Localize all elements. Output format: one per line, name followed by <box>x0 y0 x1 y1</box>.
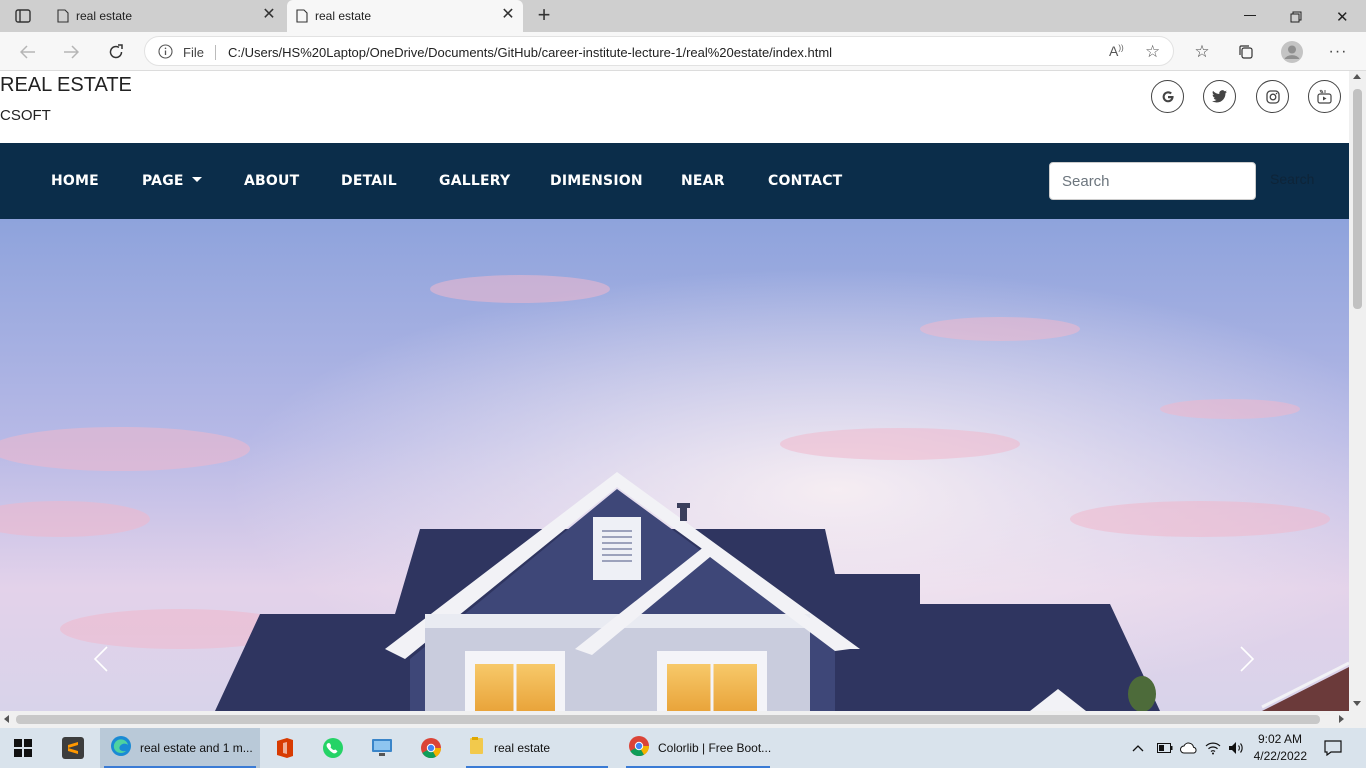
google-icon[interactable] <box>1151 80 1184 113</box>
scrollbar-thumb[interactable] <box>1353 89 1362 309</box>
browser-toolbar: File C:/Users/HS%20Laptop/OneDrive/Docum… <box>0 32 1366 71</box>
chevron-up-icon[interactable] <box>1132 728 1144 768</box>
notifications-icon[interactable] <box>1324 728 1342 768</box>
chrome-icon[interactable] <box>420 728 442 768</box>
divider <box>215 45 216 60</box>
favorites-icon[interactable]: ☆ <box>1188 38 1216 66</box>
computer-icon[interactable] <box>371 728 393 768</box>
brand-title[interactable]: REAL ESTATE <box>0 74 132 97</box>
new-tab-icon[interactable]: + <box>534 4 554 26</box>
wifi-icon[interactable] <box>1205 728 1221 768</box>
carousel-prev-icon[interactable] <box>86 639 116 679</box>
browser-tab-1[interactable]: real estate ✕ <box>48 0 284 32</box>
main-navbar: HOME PAGE ABOUT DETAIL GALLERY DIMENSION… <box>0 143 1349 219</box>
edge-icon <box>110 735 132 762</box>
nav-item-gallery[interactable]: GALLERY <box>439 173 510 189</box>
office-icon[interactable] <box>275 728 295 768</box>
scheme-label: File <box>183 45 204 60</box>
carousel-next-icon[interactable] <box>1232 639 1262 679</box>
back-arrow-icon[interactable] <box>14 38 42 66</box>
scroll-up-icon[interactable] <box>1353 74 1361 79</box>
close-icon[interactable]: ✕ <box>499 6 517 24</box>
scrollbar-corner <box>1349 711 1366 728</box>
youtube-icon[interactable] <box>1308 80 1341 113</box>
taskbar-item-label: real estate <box>494 741 551 755</box>
page-icon <box>57 9 69 26</box>
browser-tab-strip: real estate ✕ real estate ✕ + ✕ <box>0 0 1366 32</box>
browser-tab-2[interactable]: real estate ✕ <box>287 0 523 32</box>
scroll-right-icon[interactable] <box>1339 715 1344 723</box>
nav-item-home[interactable]: HOME <box>51 173 99 189</box>
chrome-icon <box>628 735 650 762</box>
refresh-icon[interactable] <box>102 38 130 66</box>
whatsapp-icon[interactable] <box>322 728 344 768</box>
tab-title: real estate <box>76 9 133 23</box>
info-icon[interactable] <box>158 44 173 64</box>
favorite-add-icon[interactable]: ☆ <box>1145 42 1160 62</box>
hero-carousel <box>0 219 1349 711</box>
nav-item-label: PAGE <box>142 173 184 189</box>
sublime-text-icon[interactable] <box>62 728 84 768</box>
taskbar-item-chrome[interactable]: Colorlib | Free Boot... <box>622 728 774 768</box>
close-window-icon[interactable]: ✕ <box>1336 8 1349 26</box>
scrollbar-thumb[interactable] <box>16 715 1320 724</box>
hero-house-image <box>0 219 1349 711</box>
scroll-down-icon[interactable] <box>1353 701 1361 706</box>
nav-item-detail[interactable]: DETAIL <box>341 173 397 189</box>
nav-item-near[interactable]: NEAR <box>681 173 725 189</box>
profile-avatar[interactable] <box>1278 38 1306 66</box>
nav-item-dimension[interactable]: DIMENSION <box>550 173 643 189</box>
chevron-down-icon <box>191 177 202 182</box>
windows-start-icon[interactable] <box>14 728 36 768</box>
clock-date[interactable]: 4/22/2022 <box>1254 749 1307 763</box>
collections-icon[interactable] <box>1232 38 1260 66</box>
folder-icon <box>468 736 486 761</box>
tab-actions-icon[interactable] <box>14 7 32 25</box>
close-icon[interactable]: ✕ <box>260 6 278 24</box>
page-icon <box>296 9 308 26</box>
taskbar-item-label: Colorlib | Free Boot... <box>658 741 772 755</box>
horizontal-scrollbar[interactable] <box>0 711 1349 728</box>
url-text[interactable]: C:/Users/HS%20Laptop/OneDrive/Documents/… <box>228 45 832 60</box>
more-options-icon[interactable]: ··· <box>1324 38 1352 66</box>
search-input[interactable] <box>1049 162 1256 200</box>
restore-icon[interactable] <box>1290 10 1302 23</box>
read-aloud-icon[interactable]: A)) <box>1109 43 1124 59</box>
address-bar[interactable]: File C:/Users/HS%20Laptop/OneDrive/Docum… <box>144 36 1174 66</box>
nav-item-about[interactable]: ABOUT <box>244 173 299 189</box>
windows-taskbar: real estate and 1 m... real estate Color… <box>0 728 1366 768</box>
cloud-icon[interactable] <box>1180 728 1198 768</box>
nav-item-page[interactable]: PAGE <box>142 173 202 189</box>
nav-item-contact[interactable]: CONTACT <box>768 173 842 189</box>
forward-arrow-icon[interactable] <box>57 38 85 66</box>
brand-subtitle: CSOFT <box>0 107 51 124</box>
taskbar-item-edge[interactable]: real estate and 1 m... <box>100 728 260 768</box>
vertical-scrollbar[interactable] <box>1349 71 1366 711</box>
minimize-icon[interactable] <box>1244 15 1256 16</box>
taskbar-item-label: real estate and 1 m... <box>140 741 253 755</box>
instagram-icon[interactable] <box>1256 80 1289 113</box>
taskbar-item-folder[interactable]: real estate <box>462 728 612 768</box>
twitter-icon[interactable] <box>1203 80 1236 113</box>
web-page: REAL ESTATE CSOFT HOME PAGE ABOUT DETAIL… <box>0 71 1349 711</box>
battery-icon[interactable] <box>1157 728 1173 768</box>
tab-title: real estate <box>315 9 372 23</box>
search-button[interactable]: Search <box>1270 171 1314 187</box>
clock-time[interactable]: 9:02 AM <box>1258 732 1302 746</box>
scroll-left-icon[interactable] <box>4 715 9 723</box>
volume-icon[interactable] <box>1228 728 1244 768</box>
